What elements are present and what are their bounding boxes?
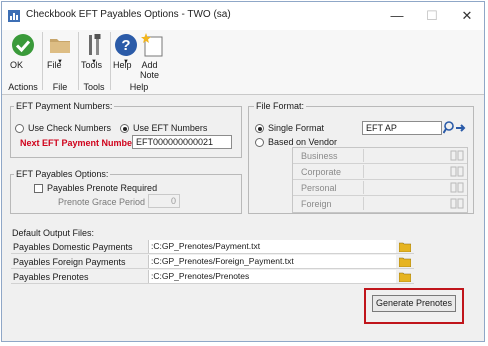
single-format-label: Single Format (268, 123, 325, 133)
folder-icon[interactable] (399, 256, 411, 267)
next-eft-payment-number-field[interactable]: EFT000000000021 (132, 135, 232, 149)
tools-group-label: Tools (83, 82, 105, 92)
checkbook-eft-payables-options-window: Checkbook EFT Payables Options - TWO (sa… (1, 1, 485, 342)
window-title: Checkbook EFT Payables Options - TWO (sa… (26, 9, 231, 20)
single-format-field[interactable]: EFT AP (362, 121, 442, 135)
eft-payables-options-group (10, 174, 242, 214)
output-file-path-field[interactable]: :C:GP_Prenotes/Foreign_Payment.txt (148, 255, 396, 268)
add-note-label-line1: Add (141, 60, 158, 70)
based-on-vendor-label: Based on Vendor (268, 137, 338, 147)
use-check-numbers-radio[interactable] (15, 124, 24, 133)
vendor-format-field[interactable] (363, 181, 444, 194)
output-file-path-field[interactable]: :C:GP_Prenotes/Prenotes (148, 270, 396, 283)
prenote-grace-period-field[interactable]: 0 (148, 194, 180, 208)
output-file-label: Payables Prenotes (13, 272, 89, 282)
based-on-vendor-radio[interactable] (255, 138, 264, 147)
add-note-icon (141, 33, 163, 57)
svg-text:?: ? (121, 37, 130, 54)
group-separator (110, 32, 111, 90)
vendor-format-field[interactable] (363, 149, 444, 162)
output-file-row: Payables Foreign Payments :C:GP_Prenotes… (11, 255, 414, 269)
vendor-row-label: Business (301, 151, 338, 161)
generate-prenotes-button[interactable]: Generate Prenotes (372, 295, 456, 312)
minimize-button[interactable]: — (382, 6, 412, 26)
vendor-format-grid: Business Corporate Personal Foreign (292, 147, 468, 213)
ok-button[interactable]: OK (10, 33, 36, 70)
app-icon (8, 10, 20, 22)
eft-payables-options-legend: EFT Payables Options: (14, 169, 111, 179)
single-format-radio[interactable] (255, 124, 264, 133)
file-label: File (47, 60, 62, 70)
output-file-row: Payables Prenotes :C:GP_Prenotes/Prenote… (11, 270, 414, 284)
vendor-format-field[interactable] (363, 197, 444, 210)
vendor-format-row: Personal (293, 180, 467, 196)
tools-menu-button[interactable]: Tools ▼ (81, 33, 107, 70)
folder-icon[interactable] (399, 271, 411, 282)
output-file-label: Payables Domestic Payments (13, 242, 133, 252)
checkmark-icon (12, 34, 34, 56)
group-separator (42, 32, 43, 90)
help-icon: ? (115, 34, 137, 56)
group-separator (78, 32, 79, 90)
file-menu-button[interactable]: File ▼ (47, 33, 73, 70)
actions-group-label: Actions (8, 82, 38, 92)
help-label: Help (113, 60, 132, 70)
vendor-format-row: Foreign (293, 196, 467, 212)
eft-payment-numbers-legend: EFT Payment Numbers: (14, 101, 115, 111)
default-output-files-heading: Default Output Files: (12, 228, 95, 238)
lookup-icon[interactable] (450, 150, 464, 161)
lookup-icon[interactable] (450, 198, 464, 209)
close-button[interactable]: ✕ (452, 6, 482, 26)
vendor-format-row: Corporate (293, 164, 467, 180)
output-file-label: Payables Foreign Payments (13, 257, 126, 267)
payables-prenote-required-checkbox[interactable] (34, 184, 43, 193)
output-file-row: Payables Domestic Payments :C:GP_Prenote… (11, 240, 414, 254)
add-note-label-line2: Note (140, 70, 160, 80)
vendor-row-label: Personal (301, 183, 337, 193)
tools-label: Tools (81, 60, 103, 70)
prenote-grace-period-label: Prenote Grace Period (58, 197, 146, 207)
use-eft-numbers-radio[interactable] (120, 124, 129, 133)
lookup-icon[interactable] (443, 120, 467, 136)
file-format-legend: File Format: (254, 101, 307, 111)
add-note-button[interactable]: Add Note (140, 33, 166, 80)
vendor-row-label: Foreign (301, 199, 332, 209)
help-menu-button[interactable]: ? Help ▼ (113, 33, 139, 70)
folder-icon[interactable] (399, 241, 411, 252)
tools-icon (89, 34, 101, 55)
ok-label: OK (10, 60, 24, 70)
title-bar: Checkbook EFT Payables Options - TWO (sa… (2, 2, 484, 30)
lookup-icon[interactable] (450, 182, 464, 193)
next-eft-payment-number-label: Next EFT Payment Number (20, 138, 136, 148)
lookup-icon[interactable] (450, 166, 464, 177)
vendor-row-label: Corporate (301, 167, 342, 177)
maximize-button[interactable]: ☐ (417, 6, 447, 26)
add-note-label: Add Note (140, 60, 159, 80)
use-eft-numbers-label: Use EFT Numbers (133, 123, 208, 133)
vendor-format-field[interactable] (363, 165, 444, 178)
vendor-format-row: Business (293, 148, 467, 164)
file-group-label: File (52, 82, 68, 92)
folder-icon (50, 39, 70, 53)
payables-prenote-required-label: Payables Prenote Required (47, 183, 158, 193)
ribbon-toolbar: OK File ▼ Tools ▼ ? Help ▼ Add Note Acti… (2, 30, 484, 95)
help-group-label: Help (129, 82, 149, 92)
use-check-numbers-label: Use Check Numbers (28, 123, 112, 133)
output-file-path-field[interactable]: :C:GP_Prenotes/Payment.txt (148, 240, 396, 253)
